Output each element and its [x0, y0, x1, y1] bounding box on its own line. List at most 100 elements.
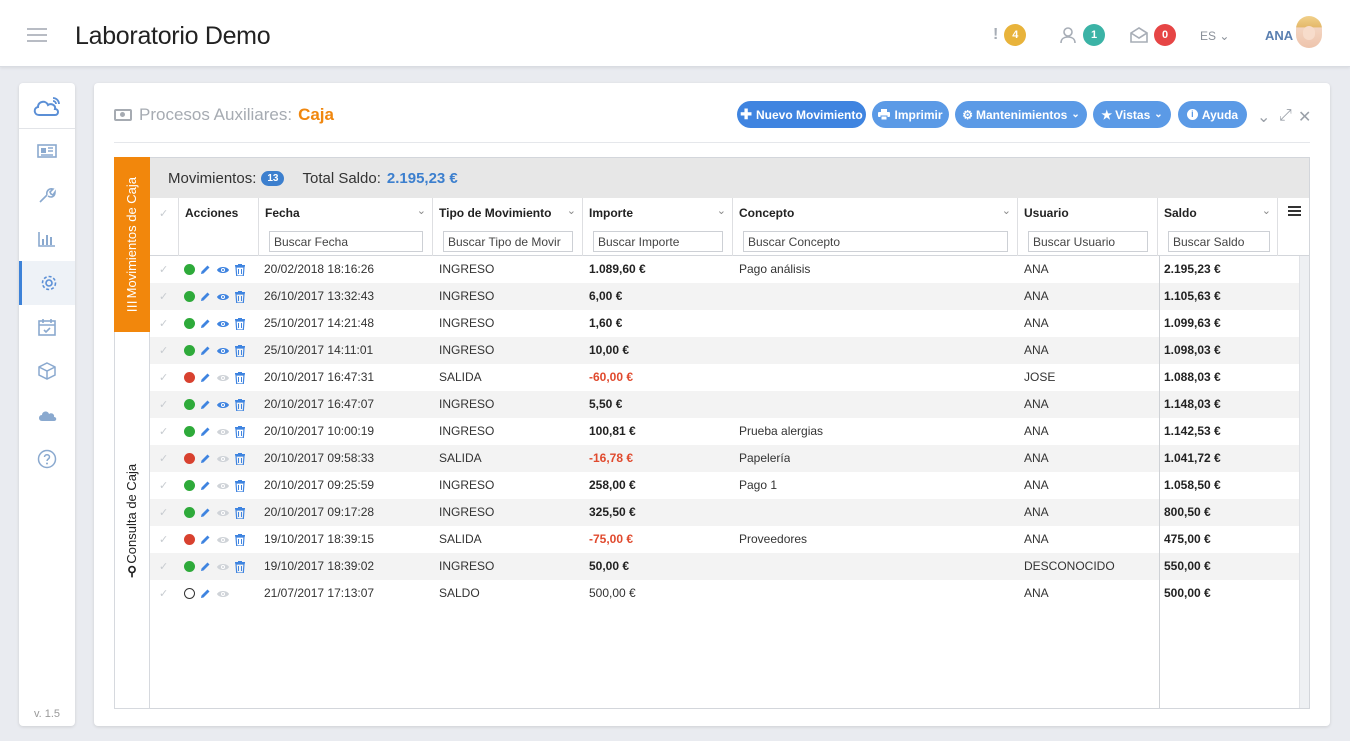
- edit-icon[interactable]: [200, 372, 211, 383]
- expand-icon[interactable]: ⤢: [1279, 107, 1292, 125]
- sidebar-item-stats[interactable]: [19, 217, 75, 261]
- row-checkbox[interactable]: ✓: [159, 364, 168, 391]
- edit-icon[interactable]: [200, 453, 211, 464]
- view-icon[interactable]: [216, 292, 230, 302]
- trash-icon[interactable]: [235, 560, 245, 573]
- trash-icon[interactable]: [235, 425, 245, 438]
- trash-icon[interactable]: [235, 344, 245, 357]
- sidebar-item-news[interactable]: [19, 129, 75, 173]
- trash-icon[interactable]: [235, 506, 245, 519]
- edit-icon[interactable]: [200, 399, 211, 410]
- vertical-scrollbar[interactable]: [1299, 256, 1309, 708]
- sidebar-item-help[interactable]: [19, 437, 75, 481]
- view-icon[interactable]: [216, 346, 230, 356]
- sidebar-item-cloud[interactable]: [19, 393, 75, 437]
- filter-concept-input[interactable]: [743, 231, 1008, 252]
- row-checkbox[interactable]: ✓: [159, 418, 168, 445]
- table-row[interactable]: ✓ 26/10/2017 13:32:43 INGRESO 6,00 € ANA…: [150, 283, 1309, 310]
- trash-icon[interactable]: [235, 452, 245, 465]
- filter-date-input[interactable]: [269, 231, 423, 252]
- table-row[interactable]: ✓ 20/10/2017 10:00:19 INGRESO 100,81 € P…: [150, 418, 1309, 445]
- help-button[interactable]: i Ayuda: [1178, 101, 1247, 128]
- edit-icon[interactable]: [200, 264, 211, 275]
- trash-icon[interactable]: [235, 263, 245, 276]
- col-header-date[interactable]: Fecha ⌄: [259, 198, 433, 256]
- print-button[interactable]: Imprimir: [872, 101, 949, 128]
- view-icon[interactable]: [216, 562, 230, 572]
- edit-icon[interactable]: [200, 507, 211, 518]
- filter-user-input[interactable]: [1028, 231, 1148, 252]
- trash-icon[interactable]: [235, 290, 245, 303]
- trash-icon[interactable]: [235, 479, 245, 492]
- collapse-icon[interactable]: ⌄: [1257, 107, 1270, 127]
- edit-icon[interactable]: [200, 534, 211, 545]
- table-row[interactable]: ✓ 19/10/2017 18:39:15 SALIDA -75,00 € Pr…: [150, 526, 1309, 553]
- col-header-amount[interactable]: Importe ⌄: [583, 198, 733, 256]
- messages-button[interactable]: 0: [1130, 24, 1176, 46]
- edit-icon[interactable]: [200, 345, 211, 356]
- row-checkbox[interactable]: ✓: [159, 256, 168, 283]
- trash-icon[interactable]: [235, 371, 245, 384]
- edit-icon[interactable]: [200, 318, 211, 329]
- view-icon[interactable]: [216, 481, 230, 491]
- view-icon[interactable]: [216, 508, 230, 518]
- table-row[interactable]: ✓ 20/10/2017 16:47:07 INGRESO 5,50 € ANA…: [150, 391, 1309, 418]
- row-checkbox[interactable]: ✓: [159, 526, 168, 553]
- maintenance-dropdown[interactable]: ⚙ Mantenimientos ⌄: [955, 101, 1087, 128]
- trash-icon[interactable]: [235, 398, 245, 411]
- sidebar-item-inventory[interactable]: [19, 349, 75, 393]
- avatar[interactable]: [1296, 16, 1322, 48]
- chevron-down-icon[interactable]: ⌄: [567, 204, 576, 217]
- table-row[interactable]: ✓ 20/10/2017 09:17:28 INGRESO 325,50 € A…: [150, 499, 1309, 526]
- col-header-concept[interactable]: Concepto ⌄: [733, 198, 1018, 256]
- col-header-balance[interactable]: Saldo ⌄: [1158, 198, 1278, 256]
- col-header-type[interactable]: Tipo de Movimiento ⌄: [433, 198, 583, 256]
- select-all-checkbox[interactable]: ✓: [150, 198, 179, 256]
- view-icon[interactable]: [216, 319, 230, 329]
- chevron-down-icon[interactable]: ⌄: [717, 204, 726, 217]
- chevron-down-icon[interactable]: ⌄: [1002, 204, 1011, 217]
- sidebar-item-tools[interactable]: [19, 173, 75, 217]
- table-row[interactable]: ✓ 20/10/2017 16:47:31 SALIDA -60,00 € JO…: [150, 364, 1309, 391]
- edit-icon[interactable]: [200, 480, 211, 491]
- table-row[interactable]: ✓ 21/07/2017 17:13:07 SALDO 500,00 € ANA…: [150, 580, 1309, 607]
- row-checkbox[interactable]: ✓: [159, 499, 168, 526]
- sidebar-item-calendar[interactable]: [19, 305, 75, 349]
- table-row[interactable]: ✓ 20/10/2017 09:58:33 SALIDA -16,78 € Pa…: [150, 445, 1309, 472]
- trash-icon[interactable]: [235, 533, 245, 546]
- view-icon[interactable]: [216, 265, 230, 275]
- row-checkbox[interactable]: ✓: [159, 283, 168, 310]
- edit-icon[interactable]: [200, 588, 211, 599]
- row-checkbox[interactable]: ✓: [159, 445, 168, 472]
- col-header-user[interactable]: Usuario: [1018, 198, 1158, 256]
- table-row[interactable]: ✓ 25/10/2017 14:11:01 INGRESO 10,00 € AN…: [150, 337, 1309, 364]
- chevron-down-icon[interactable]: ⌄: [1262, 204, 1271, 217]
- edit-icon[interactable]: [200, 561, 211, 572]
- table-row[interactable]: ✓ 20/10/2017 09:25:59 INGRESO 258,00 € P…: [150, 472, 1309, 499]
- row-checkbox[interactable]: ✓: [159, 391, 168, 418]
- views-dropdown[interactable]: ★ Vistas ⌄: [1093, 101, 1171, 128]
- new-movement-button[interactable]: ✚ Nuevo Movimiento: [737, 101, 866, 128]
- view-icon[interactable]: [216, 373, 230, 383]
- view-icon[interactable]: [216, 454, 230, 464]
- filter-balance-input[interactable]: [1168, 231, 1270, 252]
- row-checkbox[interactable]: ✓: [159, 580, 168, 607]
- users-button[interactable]: 1: [1059, 24, 1105, 46]
- language-selector[interactable]: ES ⌄: [1200, 29, 1229, 43]
- table-row[interactable]: ✓ 25/10/2017 14:21:48 INGRESO 1,60 € ANA…: [150, 310, 1309, 337]
- user-name[interactable]: ANA: [1265, 28, 1293, 43]
- edit-icon[interactable]: [200, 291, 211, 302]
- alerts-button[interactable]: ! 4: [993, 24, 1027, 46]
- column-menu-button[interactable]: [1278, 198, 1309, 256]
- tab-movements[interactable]: ☰Movimientos de Caja: [114, 157, 150, 332]
- edit-icon[interactable]: [200, 426, 211, 437]
- table-row[interactable]: ✓ 20/02/2018 18:16:26 INGRESO 1.089,60 €…: [150, 256, 1309, 283]
- trash-icon[interactable]: [235, 317, 245, 330]
- view-icon[interactable]: [216, 427, 230, 437]
- row-checkbox[interactable]: ✓: [159, 310, 168, 337]
- row-checkbox[interactable]: ✓: [159, 553, 168, 580]
- row-checkbox[interactable]: ✓: [159, 472, 168, 499]
- table-row[interactable]: ✓ 19/10/2017 18:39:02 INGRESO 50,00 € DE…: [150, 553, 1309, 580]
- view-icon[interactable]: [216, 589, 230, 599]
- hamburger-menu-icon[interactable]: [27, 28, 47, 42]
